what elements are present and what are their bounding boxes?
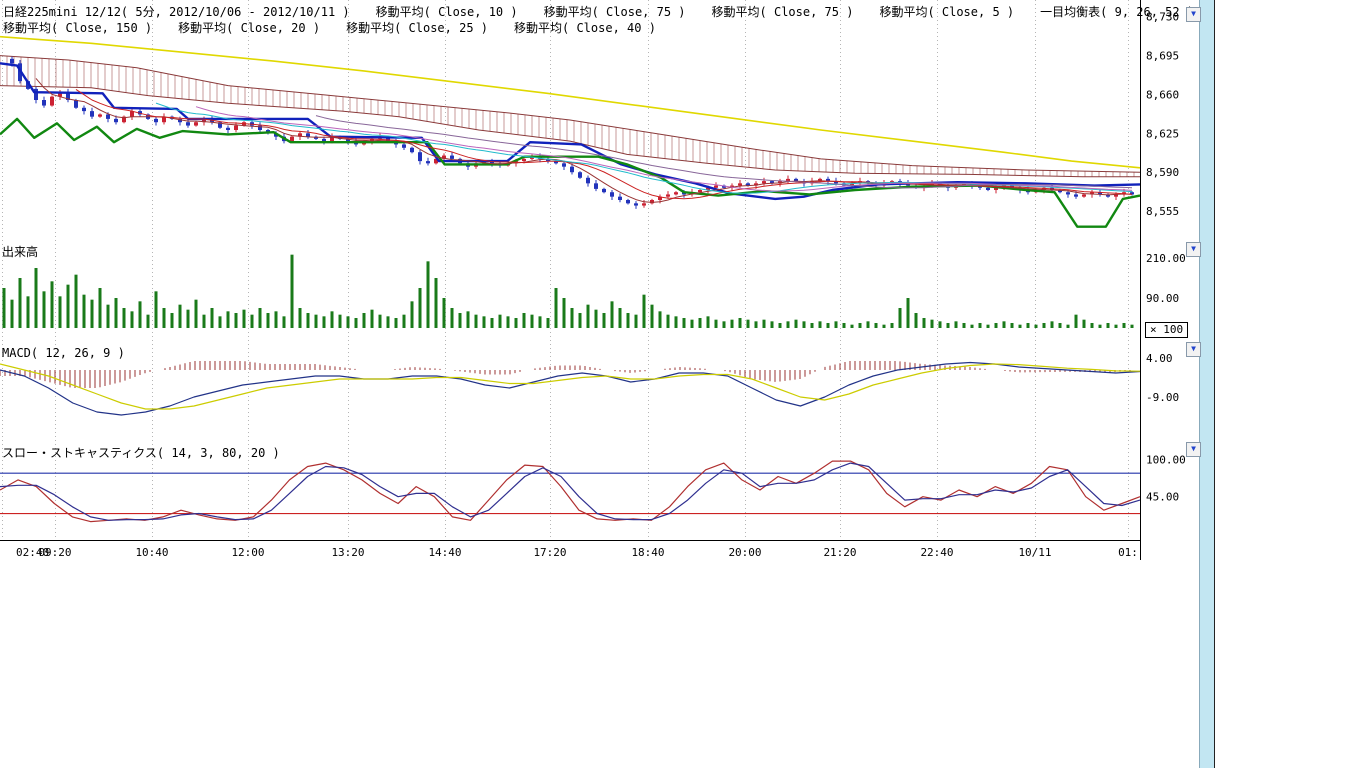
triangle-down-icon: ▼ <box>1191 9 1196 18</box>
triangle-down-icon: ▼ <box>1191 444 1196 453</box>
indicator-row-2: 移動平均( Close, 150 ) 移動平均( Close, 20 ) 移動平… <box>3 20 1194 36</box>
svg-text:8,695: 8,695 <box>1146 50 1179 63</box>
svg-text:09:20: 09:20 <box>38 546 71 559</box>
svg-text:-9.00: -9.00 <box>1146 391 1179 404</box>
indicator-label-ma40: 移動平均( Close, 40 ) <box>514 20 656 36</box>
indicator-label-ma10: 移動平均( Close, 10 ) <box>376 4 518 20</box>
indicator-label-ma5: 移動平均( Close, 5 ) <box>879 4 1014 20</box>
stoch-pane-dropdown-button[interactable]: ▼ <box>1186 442 1201 457</box>
volume-pane-label: 出来高 <box>2 243 38 260</box>
indicator-label-ma150: 移動平均( Close, 150 ) <box>3 20 152 36</box>
svg-text:01:: 01: <box>1118 546 1138 559</box>
triangle-down-icon: ▼ <box>1191 344 1196 353</box>
volume-pane-dropdown-button[interactable]: ▼ <box>1186 242 1201 257</box>
svg-text:20:00: 20:00 <box>728 546 761 559</box>
svg-text:10:40: 10:40 <box>135 546 168 559</box>
svg-text:8,660: 8,660 <box>1146 88 1179 101</box>
indicator-label-ma75a: 移動平均( Close, 75 ) <box>544 4 686 20</box>
svg-text:17:20: 17:20 <box>533 546 566 559</box>
svg-text:10/11: 10/11 <box>1018 546 1051 559</box>
svg-text:8,555: 8,555 <box>1146 205 1179 218</box>
vertical-scrollbar[interactable] <box>1199 0 1215 768</box>
svg-text:14:40: 14:40 <box>428 546 461 559</box>
indicator-label-ichimoku: 一目均衡表( 9, 26, 52 ) <box>1040 4 1194 20</box>
stoch-pane-label: スロー・ストキャスティクス( 14, 3, 80, 20 ) <box>2 444 280 461</box>
svg-text:22:40: 22:40 <box>920 546 953 559</box>
volume-multiplier-badge: × 100 <box>1145 322 1188 338</box>
macd-pane-label: MACD( 12, 26, 9 ) <box>2 346 125 360</box>
macd-pane-dropdown-button[interactable]: ▼ <box>1186 342 1201 357</box>
chart-canvas[interactable]: 8,7308,6958,6608,6258,5908,555210.0090.0… <box>0 0 1240 562</box>
svg-text:8,625: 8,625 <box>1146 127 1179 140</box>
instrument-title: 日経225mini 12/12( 5分, 2012/10/06 - 2012/1… <box>3 4 350 20</box>
svg-text:21:20: 21:20 <box>823 546 856 559</box>
chart-application-window: 8,7308,6958,6608,6258,5908,555210.0090.0… <box>0 0 1366 768</box>
svg-text:18:40: 18:40 <box>631 546 664 559</box>
svg-text:90.00: 90.00 <box>1146 292 1179 305</box>
svg-text:4.00: 4.00 <box>1146 352 1173 365</box>
svg-text:8,590: 8,590 <box>1146 166 1179 179</box>
svg-text:100.00: 100.00 <box>1146 454 1186 467</box>
indicator-row-1: 日経225mini 12/12( 5分, 2012/10/06 - 2012/1… <box>3 4 1194 20</box>
svg-text:13:20: 13:20 <box>331 546 364 559</box>
indicator-label-ma20: 移動平均( Close, 20 ) <box>178 20 320 36</box>
svg-text:210.00: 210.00 <box>1146 252 1186 265</box>
svg-text:12:00: 12:00 <box>231 546 264 559</box>
indicator-label-ma25: 移動平均( Close, 25 ) <box>346 20 488 36</box>
indicator-label-ma75b: 移動平均( Close, 75 ) <box>712 4 854 20</box>
chart-header: 日経225mini 12/12( 5分, 2012/10/06 - 2012/1… <box>3 4 1194 36</box>
svg-text:45.00: 45.00 <box>1146 491 1179 504</box>
price-pane-dropdown-button[interactable]: ▼ <box>1186 7 1201 22</box>
triangle-down-icon: ▼ <box>1191 244 1196 253</box>
